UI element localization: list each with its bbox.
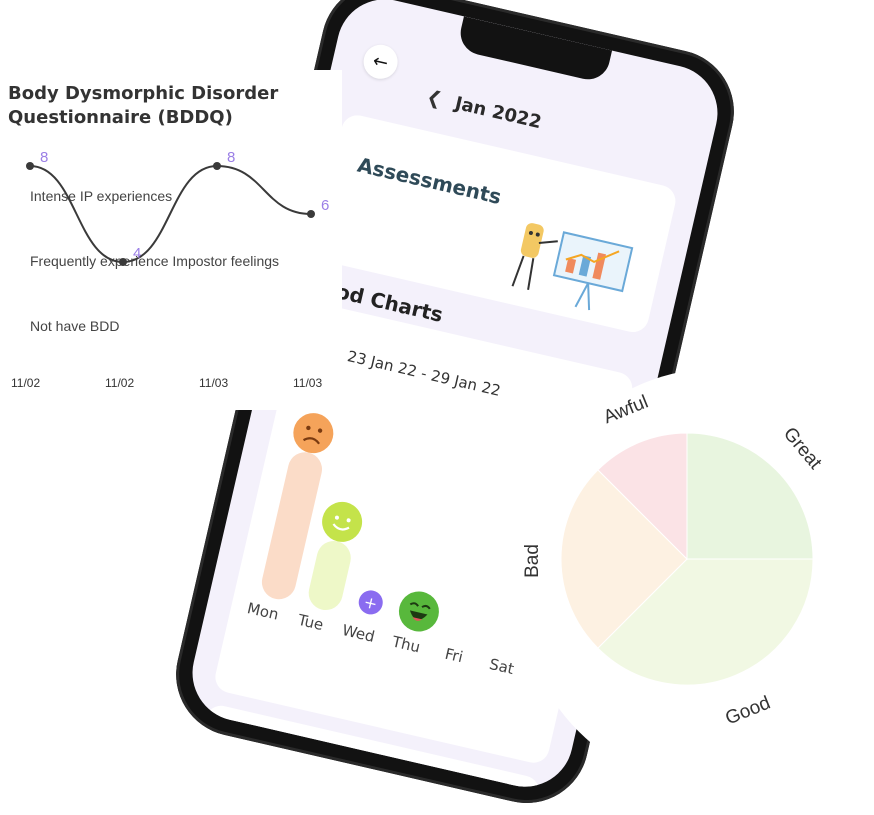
mood-pie-panel: Great Good Bad Awful xyxy=(520,368,874,790)
data-point xyxy=(26,162,34,170)
month-label: Jan 2022 xyxy=(452,92,544,134)
y-category-label: Intense IP experiences xyxy=(30,188,172,204)
pie-category-label: Bad xyxy=(522,544,543,578)
mood-pie-chart: Great Good Bad Awful xyxy=(522,392,826,730)
y-category-label: Not have BDD xyxy=(30,318,119,334)
presentation-illustration-icon xyxy=(511,223,634,311)
add-mood-symbol: + xyxy=(362,591,380,614)
smile-face-icon xyxy=(318,497,367,546)
back-button[interactable]: ← xyxy=(360,41,401,83)
add-mood-button[interactable]: + xyxy=(356,588,386,617)
pie-category-label: Awful xyxy=(601,392,652,429)
x-tick-label: 11/02 xyxy=(105,376,134,390)
x-tick-label: 11/03 xyxy=(293,376,322,390)
data-label: 6 xyxy=(321,197,329,214)
pie-category-label: Good xyxy=(722,692,773,729)
bddq-chart-panel: Body Dysmorphic Disorder Questionnaire (… xyxy=(0,70,342,410)
data-label: 4 xyxy=(133,245,141,262)
assessments-title: Assessments xyxy=(355,152,504,210)
day-label: Thu xyxy=(390,632,422,657)
prev-month-chevron-icon[interactable]: ❮ xyxy=(425,86,444,110)
sad-face-icon xyxy=(289,409,338,458)
week-selector: ❮ 23 Jan 22 - 29 Jan 22 xyxy=(319,339,503,401)
data-label: 8 xyxy=(40,149,48,166)
y-category-label: Frequently experience Impostor feelings xyxy=(30,253,279,269)
day-label: Sat xyxy=(487,654,516,679)
day-label: Mon xyxy=(245,599,281,624)
data-label: 8 xyxy=(227,149,235,166)
data-point xyxy=(119,258,127,266)
mood-bar-tue[interactable] xyxy=(305,537,355,614)
back-arrow-icon: ← xyxy=(370,49,391,74)
phone-notch xyxy=(456,16,613,84)
x-tick-label: 11/02 xyxy=(11,376,40,390)
data-point xyxy=(307,210,315,218)
day-label: Fri xyxy=(443,644,465,667)
x-tick-label: 11/03 xyxy=(199,376,228,390)
bddq-series-line xyxy=(29,164,312,264)
data-point xyxy=(213,162,221,170)
week-range-label: 23 Jan 22 - 29 Jan 22 xyxy=(345,346,503,400)
day-label: Wed xyxy=(340,620,377,646)
bddq-line-chart: Intense IP experiences Frequently experie… xyxy=(11,149,329,390)
laughing-face-icon xyxy=(394,587,443,636)
day-label: Tue xyxy=(296,610,326,635)
pie-category-label: Great xyxy=(779,424,826,474)
